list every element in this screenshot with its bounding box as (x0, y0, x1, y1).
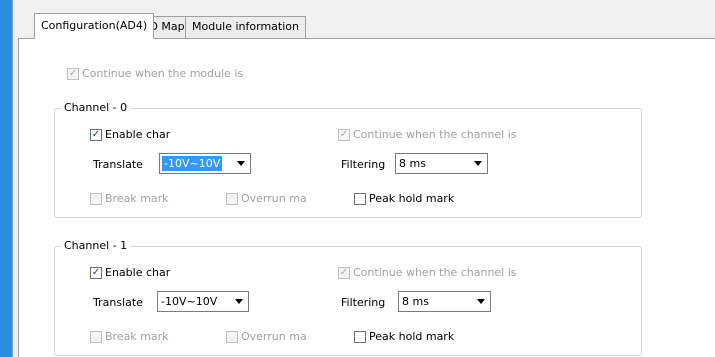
channel-0-translate-dropdown[interactable]: -10V~10V (159, 153, 251, 174)
channel-0-translate-value: -10V~10V (162, 156, 223, 171)
chevron-down-icon (477, 299, 485, 304)
channel-1-group: Channel - 1 ✓ Enable char ✓ Continue whe… (54, 239, 642, 356)
chevron-down-icon (237, 161, 245, 166)
channel-0-title: Channel - 0 (61, 101, 131, 114)
continue-module-checkbox[interactable]: ✓ Continue when the module is (67, 67, 243, 80)
channel-0-break-label: Break mark (105, 192, 169, 205)
checkbox-box (90, 330, 102, 343)
chevron-down-icon (474, 161, 482, 166)
check-icon: ✓ (338, 266, 350, 279)
check-icon: ✓ (338, 128, 350, 141)
checkbox-box (226, 192, 238, 205)
channel-0-continue-label: Continue when the channel is (353, 128, 517, 141)
channel-0-group: Channel - 0 ✓ Enable char ✓ Continue whe… (54, 101, 642, 218)
channel-1-break-mark-checkbox[interactable]: Break mark (90, 330, 169, 343)
channel-1-translate-dropdown[interactable]: -10V~10V (157, 291, 249, 312)
channel-0-enable-checkbox[interactable]: ✓ Enable char (90, 128, 170, 141)
tab-content-panel: ✓ Continue when the module is Channel - … (18, 38, 715, 357)
channel-0-enable-label: Enable char (105, 128, 171, 141)
channel-0-peak-hold-checkbox[interactable]: Peak hold mark (354, 192, 454, 205)
channel-0-continue-checkbox[interactable]: ✓ Continue when the channel is (338, 128, 517, 141)
tab-module-information[interactable]: Module information (185, 16, 306, 38)
tab-configuration[interactable]: Configuration(AD4) (34, 13, 155, 39)
channel-1-overrun-label: Overrun ma (241, 330, 307, 343)
channel-1-overrun-checkbox[interactable]: Overrun ma (226, 330, 307, 343)
channel-1-translate-label: Translate (93, 296, 143, 309)
channel-0-overrun-label: Overrun ma (241, 192, 307, 205)
check-icon: ✓ (90, 266, 102, 279)
channel-0-translate-label: Translate (93, 158, 143, 171)
channel-0-break-mark-checkbox[interactable]: Break mark (90, 192, 169, 205)
channel-1-filtering-label: Filtering (341, 296, 386, 309)
channel-1-continue-checkbox[interactable]: ✓ Continue when the channel is (338, 266, 517, 279)
channel-1-title: Channel - 1 (61, 239, 131, 252)
channel-1-filtering-dropdown[interactable]: 8 ms (398, 291, 491, 312)
channel-0-overrun-checkbox[interactable]: Overrun ma (226, 192, 307, 205)
checkbox-box (90, 192, 102, 205)
channel-1-break-label: Break mark (105, 330, 169, 343)
channel-1-peak-hold-checkbox[interactable]: Peak hold mark (354, 330, 454, 343)
channel-1-peak-label: Peak hold mark (369, 330, 455, 343)
channel-0-peak-label: Peak hold mark (369, 192, 455, 205)
checkbox-box (354, 192, 366, 205)
checkbox-box (226, 330, 238, 343)
channel-1-continue-label: Continue when the channel is (353, 266, 517, 279)
channel-1-enable-checkbox[interactable]: ✓ Enable char (90, 266, 170, 279)
channel-1-enable-label: Enable char (105, 266, 171, 279)
check-icon: ✓ (90, 128, 102, 141)
continue-module-label: Continue when the module is (82, 67, 244, 80)
check-icon: ✓ (67, 67, 79, 80)
channel-0-filtering-dropdown[interactable]: 8 ms (395, 153, 488, 174)
channel-0-filtering-label: Filtering (341, 158, 386, 171)
checkbox-box (354, 330, 366, 343)
chevron-down-icon (235, 299, 243, 304)
